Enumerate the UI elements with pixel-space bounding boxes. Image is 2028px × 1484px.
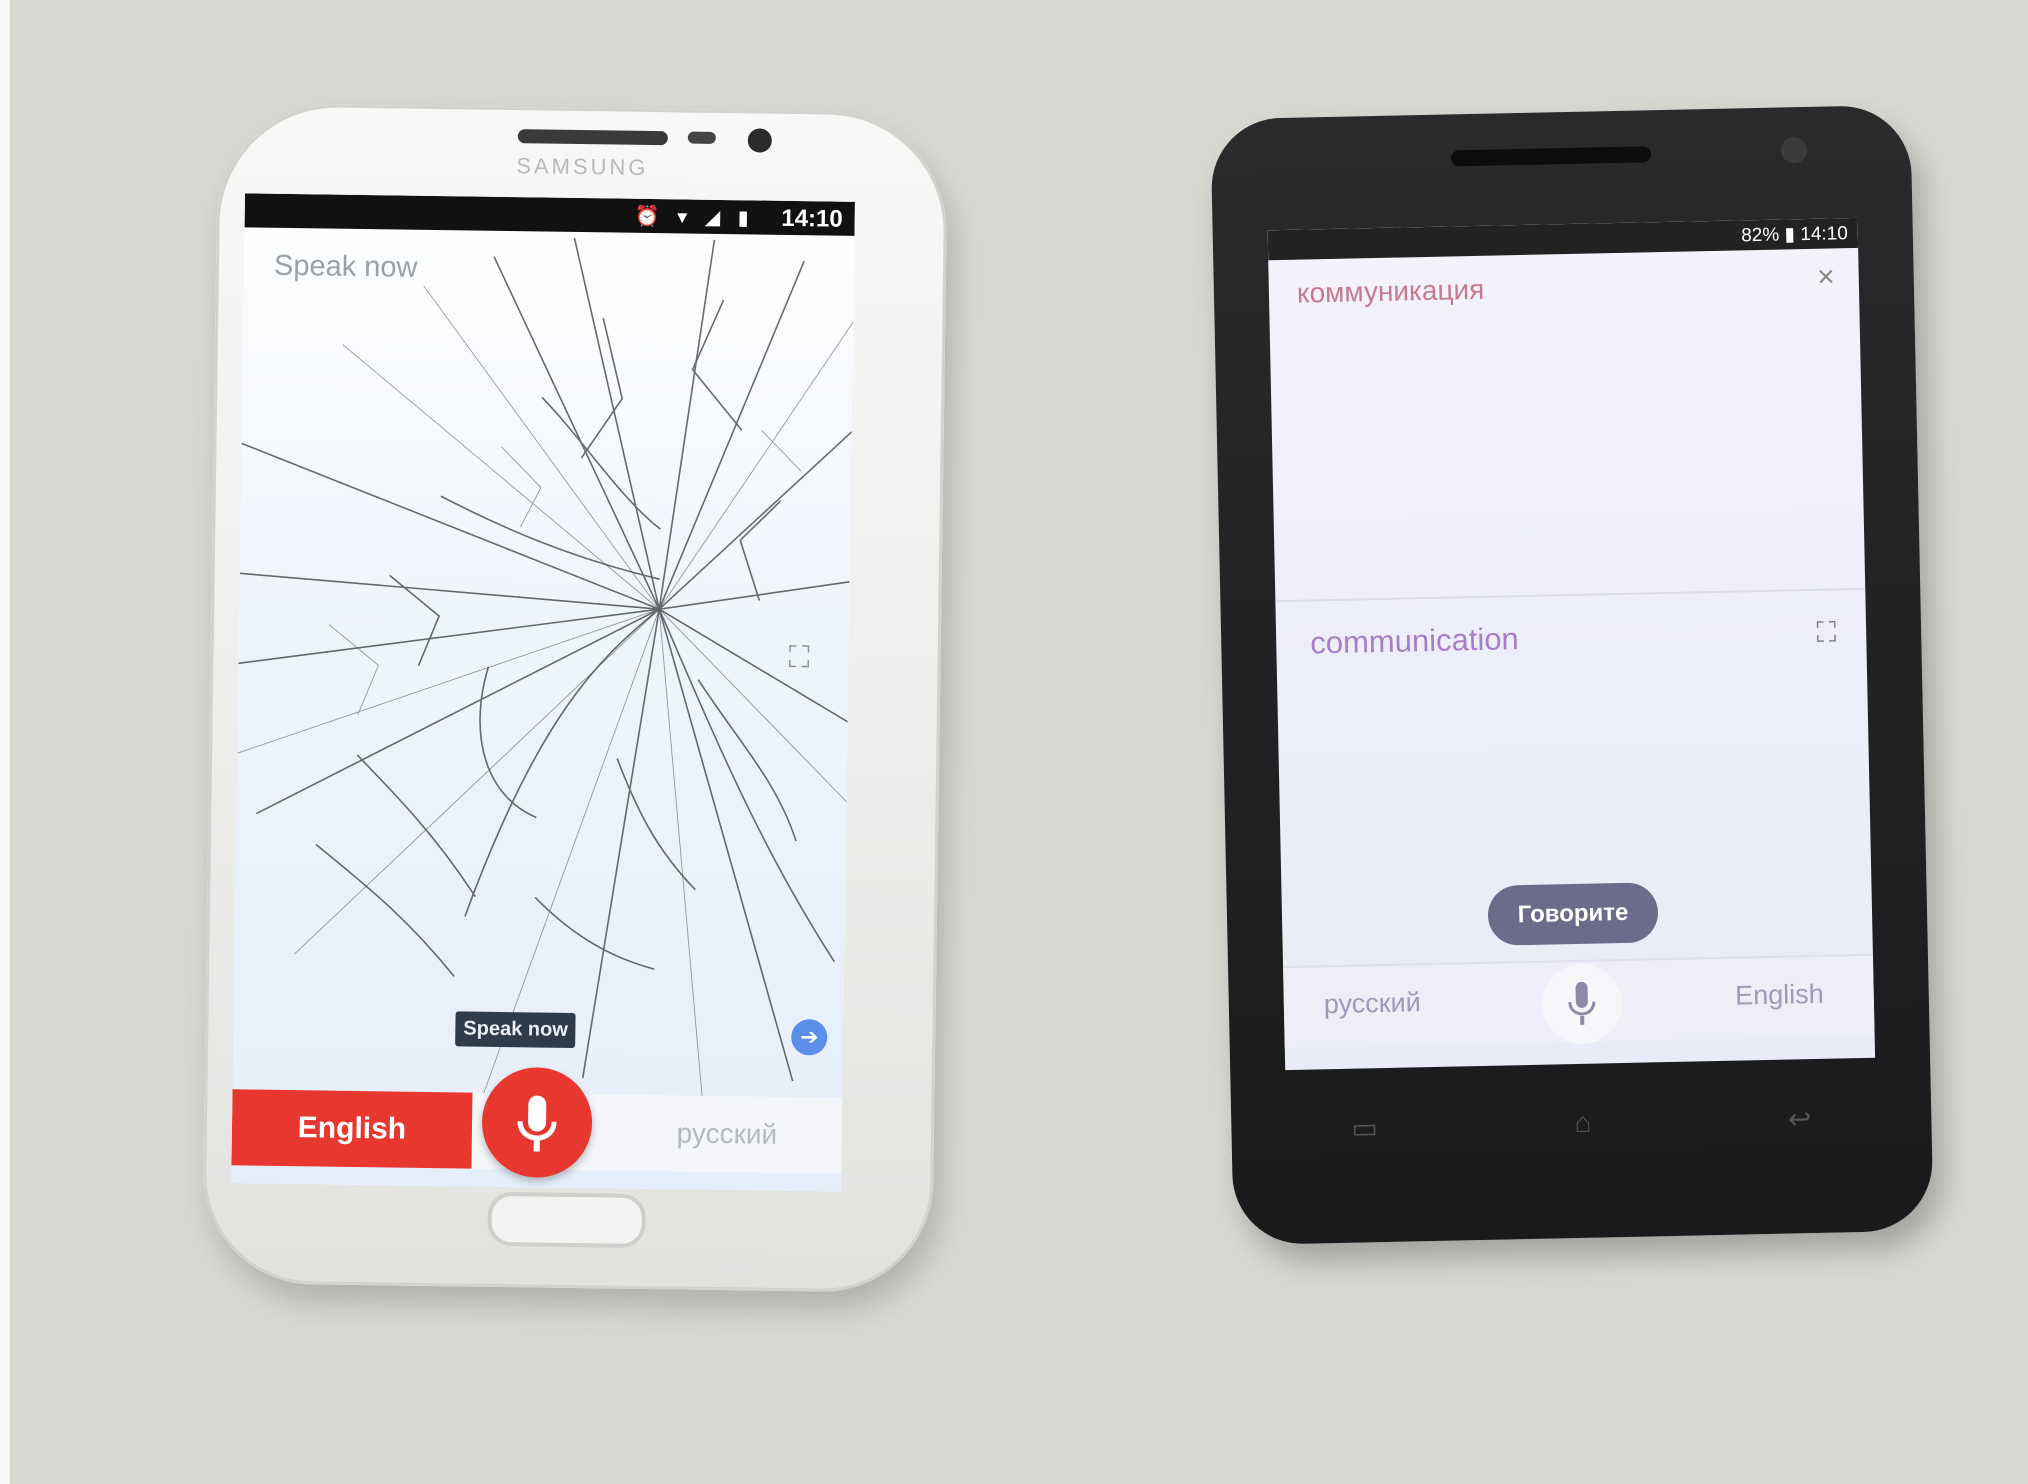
- source-language-button[interactable]: English: [231, 1089, 473, 1169]
- image-edge-strip: [0, 0, 10, 1484]
- right-status-bar: 82% ▮ 14:10: [1267, 217, 1859, 261]
- target-language-button[interactable]: русский: [611, 1095, 842, 1174]
- left-phone-sensor: [687, 131, 716, 144]
- right-phone-screen: 82% ▮ 14:10 коммуникация × communication…: [1267, 217, 1876, 1071]
- home-key-icon[interactable]: ⌂: [1574, 1107, 1592, 1138]
- left-phone: SAMSUNG ⏰ ▾ ◢ ▮ 14:10 Speak now ⛶ ➔ Spea…: [201, 102, 949, 1294]
- right-phone-camera: [1780, 136, 1808, 164]
- right-status-text: 82% ▮ 14:10: [1741, 223, 1849, 247]
- target-language-button[interactable]: English: [1735, 979, 1824, 1012]
- left-phone-home-button[interactable]: [487, 1191, 647, 1249]
- microphone-icon: [517, 1095, 557, 1152]
- microphone-icon: [1568, 981, 1596, 1025]
- left-phone-speaker: [517, 129, 668, 146]
- microphone-button[interactable]: [481, 1066, 593, 1179]
- microphone-button[interactable]: [1541, 963, 1623, 1045]
- source-language-button[interactable]: русский: [1324, 987, 1422, 1020]
- photo-scene: SAMSUNG ⏰ ▾ ◢ ▮ 14:10 Speak now ⛶ ➔ Spea…: [0, 0, 2028, 1484]
- fullscreen-icon[interactable]: ⛶: [788, 641, 809, 675]
- left-phone-camera: [747, 128, 772, 153]
- right-phone-nav-keys: ▭ ⌂ ↩: [1351, 1102, 1812, 1144]
- left-phone-brand: SAMSUNG: [516, 153, 649, 180]
- fullscreen-icon[interactable]: ⛶: [1816, 616, 1836, 649]
- translation-divider: [1275, 587, 1866, 603]
- right-phone: 82% ▮ 14:10 коммуникация × communication…: [1210, 104, 1934, 1246]
- speak-now-tooltip: Speak now: [455, 1011, 577, 1049]
- close-icon[interactable]: ×: [1817, 260, 1835, 294]
- left-phone-screen: ⏰ ▾ ◢ ▮ 14:10 Speak now ⛶ ➔ Speak now En…: [231, 193, 855, 1192]
- translated-text: communication: [1309, 621, 1520, 661]
- source-text: коммуникация: [1296, 273, 1485, 309]
- right-phone-earpiece: [1450, 146, 1652, 167]
- back-key-icon[interactable]: ↩: [1788, 1102, 1812, 1134]
- speak-now-button[interactable]: Говорите: [1487, 882, 1659, 946]
- menu-key-icon[interactable]: ▭: [1351, 1111, 1378, 1144]
